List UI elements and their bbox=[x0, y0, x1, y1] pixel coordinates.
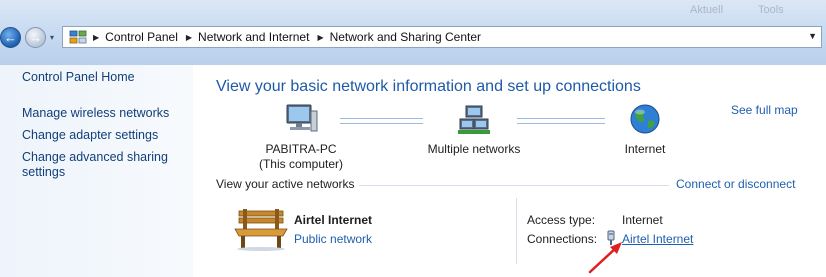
computer-icon bbox=[286, 104, 318, 132]
computer-subtitle: (This computer) bbox=[258, 157, 344, 171]
recent-pages-dropdown-icon[interactable]: ▾ bbox=[50, 33, 54, 42]
map-connector-line bbox=[340, 118, 423, 124]
breadcrumb-network-and-internet[interactable]: Network and Internet bbox=[198, 30, 309, 44]
address-bar[interactable]: ▶ Control Panel ▶ Network and Internet ▶… bbox=[62, 26, 822, 48]
control-panel-home-link[interactable]: Control Panel Home bbox=[22, 70, 135, 84]
map-node-multiple-networks: Multiple networks bbox=[419, 103, 529, 157]
multiple-networks-icon bbox=[458, 105, 490, 134]
annotation-arrow-icon bbox=[588, 242, 622, 274]
multiple-networks-label: Multiple networks bbox=[427, 142, 521, 156]
forward-arrow-icon: → bbox=[29, 30, 42, 45]
breadcrumb-separator-icon: ▶ bbox=[93, 32, 100, 42]
network-type-link[interactable]: Public network bbox=[294, 232, 372, 246]
breadcrumb-network-and-sharing-center[interactable]: Network and Sharing Center bbox=[330, 30, 481, 44]
ghost-button-a: Aktuell bbox=[690, 4, 724, 16]
main-content: View your basic network information and … bbox=[193, 65, 826, 277]
connection-status-link[interactable]: Airtel Internet bbox=[622, 232, 693, 246]
sidebar-task-list: Manage wireless networks Change adapter … bbox=[22, 106, 187, 187]
connect-or-disconnect-link[interactable]: Connect or disconnect bbox=[676, 177, 795, 191]
access-type-value: Internet bbox=[622, 213, 663, 227]
map-node-this-computer: PABITRA-PC (This computer) bbox=[253, 103, 349, 172]
breadcrumb-separator-icon[interactable]: ▶ bbox=[186, 33, 192, 42]
computer-name: PABITRA-PC bbox=[265, 142, 337, 156]
sidebar-item-change-adapter-settings[interactable]: Change adapter settings bbox=[22, 128, 187, 143]
back-button[interactable]: ← bbox=[0, 27, 21, 48]
active-networks-heading: View your active networks bbox=[216, 177, 355, 191]
globe-icon bbox=[630, 104, 660, 134]
sidebar-item-manage-wireless-networks[interactable]: Manage wireless networks bbox=[22, 106, 187, 121]
window-chrome: Aktuell Tools — ← → ▾ ▶ Control Panel ▶ … bbox=[0, 0, 826, 65]
sidebar-item-change-advanced-sharing-settings[interactable]: Change advanced sharing settings bbox=[22, 150, 187, 180]
address-dropdown-icon[interactable]: ▼ bbox=[808, 31, 817, 41]
control-panel-icon bbox=[69, 30, 87, 44]
internet-label: Internet bbox=[624, 142, 666, 156]
network-name: Airtel Internet bbox=[294, 213, 373, 227]
forward-button[interactable]: → bbox=[25, 27, 46, 48]
ghost-button-b: Tools bbox=[758, 4, 784, 16]
map-connector-line bbox=[517, 118, 605, 124]
section-divider bbox=[359, 185, 669, 186]
see-full-map-link[interactable]: See full map bbox=[731, 103, 798, 117]
network-details-divider bbox=[516, 198, 517, 264]
access-type-label: Access type: bbox=[527, 213, 596, 227]
breadcrumb-separator-icon[interactable]: ▶ bbox=[317, 33, 323, 42]
sidebar: Control Panel Home Manage wireless netwo… bbox=[0, 65, 193, 277]
page-title: View your basic network information and … bbox=[216, 78, 641, 95]
breadcrumb-control-panel[interactable]: Control Panel bbox=[105, 30, 178, 44]
map-node-internet: Internet bbox=[605, 103, 685, 157]
public-network-bench-icon bbox=[234, 209, 288, 251]
back-arrow-icon: ← bbox=[4, 30, 17, 45]
